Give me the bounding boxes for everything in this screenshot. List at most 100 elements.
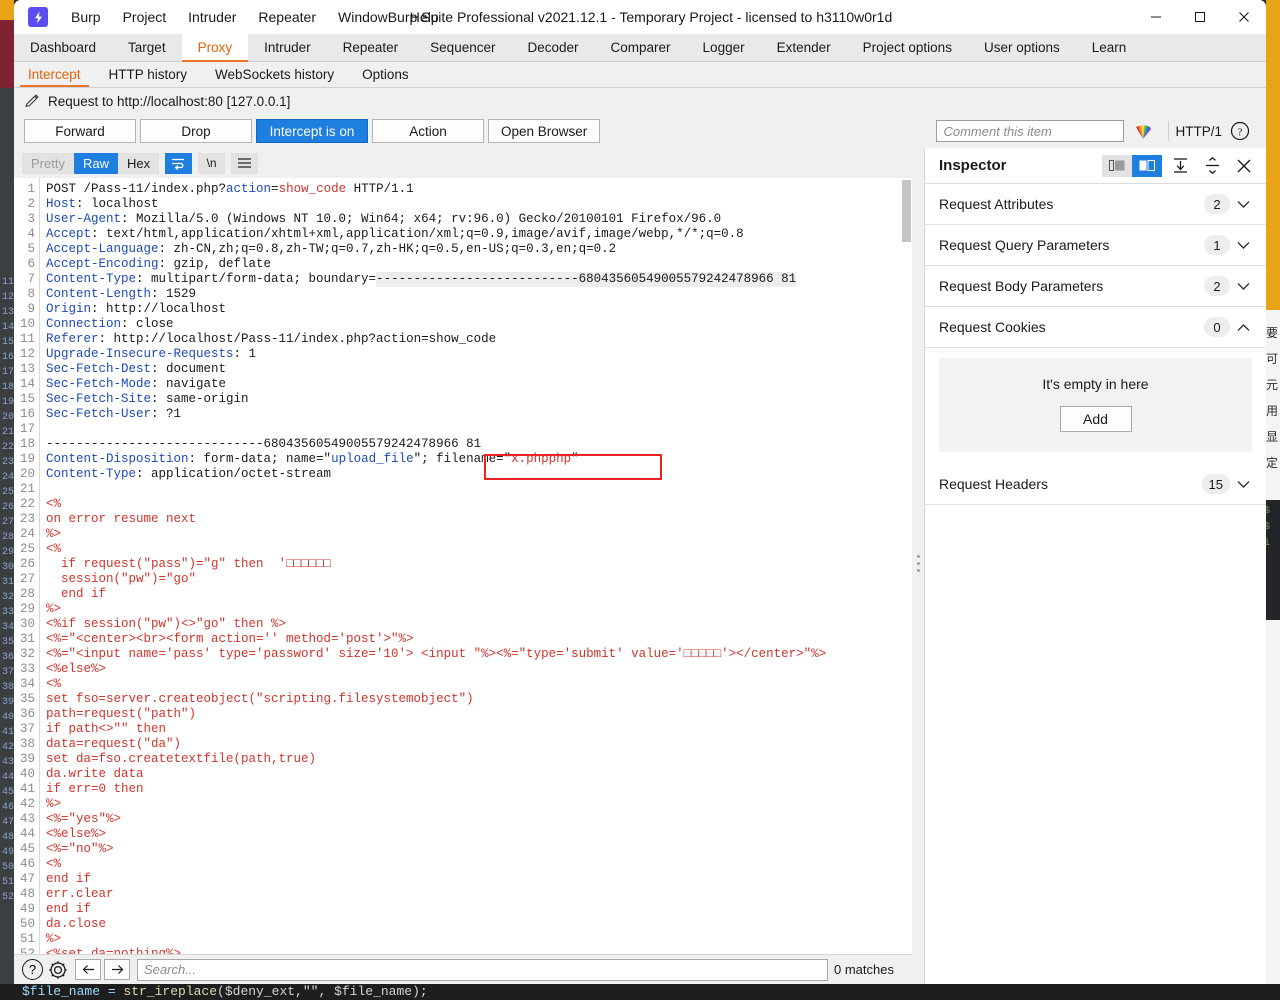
tab-project-options[interactable]: Project options: [847, 34, 968, 61]
inspector-row-label: Request Cookies: [939, 319, 1046, 335]
open-browser-button[interactable]: Open Browser: [488, 119, 601, 143]
collapse-all-icon[interactable]: [1198, 153, 1226, 179]
menu-item-project[interactable]: Project: [112, 5, 178, 29]
close-inspector-icon[interactable]: [1230, 153, 1258, 179]
search-next-button[interactable]: [104, 959, 130, 980]
proxy-sub-tab-bar: Intercept HTTP history WebSockets histor…: [14, 62, 1266, 88]
word-wrap-icon[interactable]: [165, 152, 193, 174]
layout-stacked-icon[interactable]: [1132, 154, 1162, 177]
request-cookies-empty-state: It's empty in here Add: [939, 358, 1252, 452]
chevron-down-icon[interactable]: [1230, 477, 1256, 492]
toolbar-divider: [1168, 121, 1170, 141]
tab-logger[interactable]: Logger: [687, 34, 761, 61]
minimize-button[interactable]: [1134, 0, 1178, 34]
tab-target[interactable]: Target: [112, 34, 182, 61]
menu-item-intruder[interactable]: Intruder: [177, 5, 247, 29]
window-controls: [1134, 0, 1266, 34]
inspector-row-request-headers[interactable]: Request Headers 15: [925, 464, 1266, 505]
forward-button[interactable]: Forward: [24, 119, 136, 143]
maximize-button[interactable]: [1178, 0, 1222, 34]
intercept-action-bar: Forward Drop Intercept is on Action Open…: [14, 114, 1266, 148]
menu-item-window[interactable]: Window: [327, 5, 399, 29]
tab-proxy[interactable]: Proxy: [181, 34, 249, 62]
status-badge: 15: [1201, 474, 1230, 494]
chevron-down-icon[interactable]: [1230, 279, 1256, 294]
background-code-function: str_ireplace: [123, 984, 218, 999]
burp-logo-icon: [28, 7, 48, 27]
help-icon[interactable]: ?: [1230, 121, 1250, 141]
add-cookie-button[interactable]: Add: [1059, 406, 1132, 432]
subtab-options[interactable]: Options: [348, 62, 423, 87]
background-window-orange-right: [1266, 0, 1280, 310]
tab-repeater[interactable]: Repeater: [327, 34, 415, 61]
inspector-empty-fill: [925, 505, 1266, 984]
status-badge: 2: [1204, 194, 1230, 214]
request-target-text: Request to http://localhost:80 [127.0.0.…: [48, 93, 291, 109]
editor-scrollbar-thumb[interactable]: [902, 180, 911, 242]
chevron-up-icon[interactable]: [1230, 320, 1256, 335]
status-badge: 0: [1204, 317, 1230, 337]
empty-state-text: It's empty in here: [1042, 376, 1149, 392]
pane-splitter[interactable]: [912, 148, 924, 984]
tab-user-options[interactable]: User options: [968, 34, 1076, 61]
http-version-label[interactable]: HTTP/1: [1175, 124, 1222, 139]
background-code-line: $file_name = str_ireplace($deny_ext,"", …: [0, 984, 1280, 1000]
background-right-dark-code: $ $ i: [1264, 500, 1280, 620]
background-right-cjk-text: 要可元用显定数: [1265, 326, 1278, 470]
inspector-row-label: Request Body Parameters: [939, 278, 1104, 294]
tab-dashboard[interactable]: Dashboard: [14, 34, 112, 61]
inspector-row-request-body-parameters[interactable]: Request Body Parameters 2: [925, 266, 1266, 307]
search-input[interactable]: [137, 958, 829, 981]
background-window-maroon: [0, 20, 14, 88]
status-badge: 1: [1204, 235, 1230, 255]
editor-scrollbar-track[interactable]: [900, 178, 912, 954]
burp-suite-window: Burp Project Intruder Repeater Window He…: [14, 0, 1266, 984]
editor-menu-icon[interactable]: [231, 152, 259, 174]
drop-button[interactable]: Drop: [140, 119, 252, 143]
menu-bar: Burp Project Intruder Repeater Window He…: [60, 5, 450, 29]
tab-extender[interactable]: Extender: [761, 34, 847, 61]
view-raw-button[interactable]: Raw: [73, 152, 118, 174]
inspector-row-request-query-parameters[interactable]: Request Query Parameters 1: [925, 225, 1266, 266]
inspector-row-request-attributes[interactable]: Request Attributes 2: [925, 184, 1266, 225]
editor-search-bar: ? 0 matches: [14, 954, 912, 984]
inspector-row-request-cookies[interactable]: Request Cookies 0: [925, 307, 1266, 348]
action-button[interactable]: Action: [372, 119, 484, 143]
tab-learn[interactable]: Learn: [1076, 34, 1143, 61]
close-button[interactable]: [1222, 0, 1266, 34]
tab-decoder[interactable]: Decoder: [511, 34, 594, 61]
search-match-count: 0 matches: [834, 962, 894, 977]
gear-icon[interactable]: [47, 959, 69, 981]
comment-input[interactable]: [936, 120, 1125, 142]
intercept-toggle-button[interactable]: Intercept is on: [256, 119, 368, 143]
inspector-row-label: Request Headers: [939, 476, 1048, 492]
inspector-row-label: Request Attributes: [939, 196, 1054, 212]
search-prev-button[interactable]: [75, 959, 101, 980]
inspector-panel: Inspector Request Attributes 2 Request Q…: [924, 148, 1266, 984]
search-help-icon[interactable]: ?: [22, 959, 43, 980]
tab-sequencer[interactable]: Sequencer: [414, 34, 511, 61]
request-code-area[interactable]: 1 2 3 4 5 6 7 8 9 10 11 12 13 14 15 16 1…: [14, 178, 912, 954]
view-pretty-button[interactable]: Pretty: [22, 152, 74, 174]
subtab-http-history[interactable]: HTTP history: [95, 62, 202, 87]
chevron-down-icon[interactable]: [1230, 238, 1256, 253]
request-raw-text[interactable]: POST /Pass-11/index.php?action=show_code…: [40, 178, 912, 954]
expand-all-icon[interactable]: [1166, 153, 1194, 179]
highlighter-icon[interactable]: [1132, 120, 1154, 142]
menu-item-help[interactable]: Help: [399, 5, 450, 29]
tab-comparer[interactable]: Comparer: [595, 34, 687, 61]
view-hex-button[interactable]: Hex: [117, 152, 160, 174]
inspector-tools: [1102, 153, 1258, 179]
main-tab-bar: Dashboard Target Proxy Intruder Repeater…: [14, 34, 1266, 62]
layout-side-by-side-icon[interactable]: [1102, 154, 1132, 177]
tab-intruder[interactable]: Intruder: [248, 34, 327, 61]
subtab-intercept[interactable]: Intercept: [14, 62, 95, 87]
chevron-down-icon[interactable]: [1230, 197, 1256, 212]
status-badge: 2: [1204, 276, 1230, 296]
menu-item-burp[interactable]: Burp: [60, 5, 112, 29]
show-newlines-icon[interactable]: \n: [198, 152, 226, 174]
menu-item-repeater[interactable]: Repeater: [247, 5, 327, 29]
subtab-websockets-history[interactable]: WebSockets history: [201, 62, 348, 87]
background-window-orange-left: [0, 0, 14, 20]
svg-text:?: ?: [1238, 126, 1243, 138]
